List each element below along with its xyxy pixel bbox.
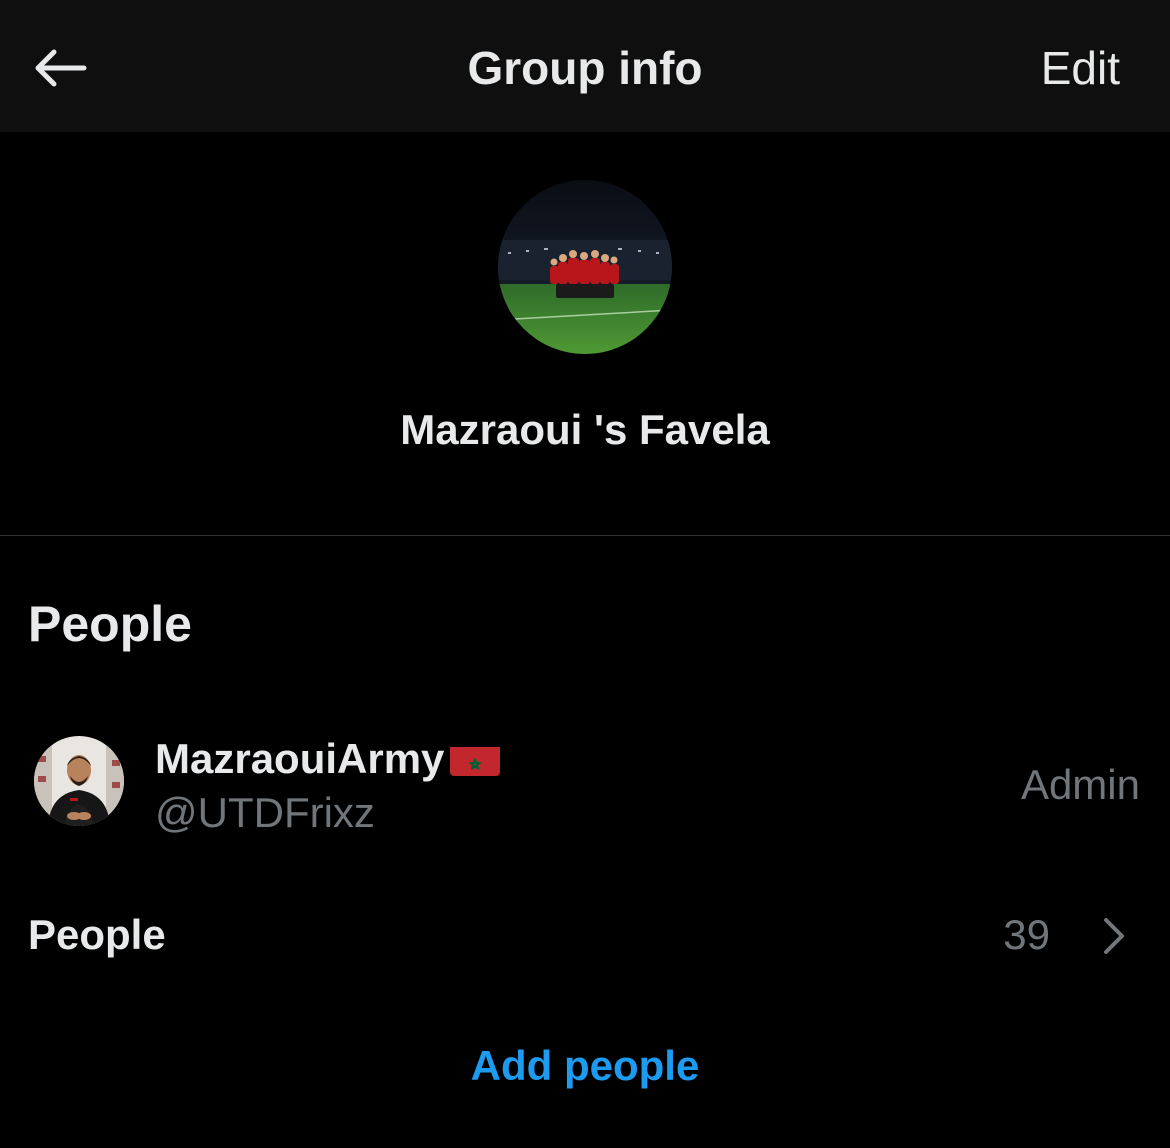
top-bar: Group info Edit	[0, 0, 1170, 132]
group-avatar[interactable]	[498, 180, 672, 354]
divider	[0, 535, 1170, 536]
group-name: Mazraoui 's Favela	[400, 406, 770, 453]
member-display-name: MazraouiArmy	[155, 735, 445, 782]
member-handle: @UTDFrixz	[155, 789, 375, 836]
member-row[interactable]: MazraouiArmy @UTDFrixz Admin	[0, 720, 1170, 850]
people-row-label: People	[28, 911, 166, 958]
page-title: Group info	[467, 42, 703, 94]
group-photo-image	[498, 180, 672, 354]
member-name: MazraouiArmy	[155, 734, 501, 784]
chevron-right-icon	[1104, 918, 1124, 954]
add-people-button[interactable]: Add people	[0, 1038, 1170, 1094]
edit-button[interactable]: Edit	[1041, 38, 1120, 98]
avatar[interactable]	[34, 736, 124, 826]
people-count: 39	[1003, 911, 1050, 958]
morocco-flag-icon	[450, 742, 501, 776]
people-row[interactable]: People 39	[0, 890, 1170, 980]
member-role: Admin	[1020, 761, 1140, 808]
people-section-heading: People	[28, 596, 192, 652]
member-photo-image	[34, 736, 124, 826]
